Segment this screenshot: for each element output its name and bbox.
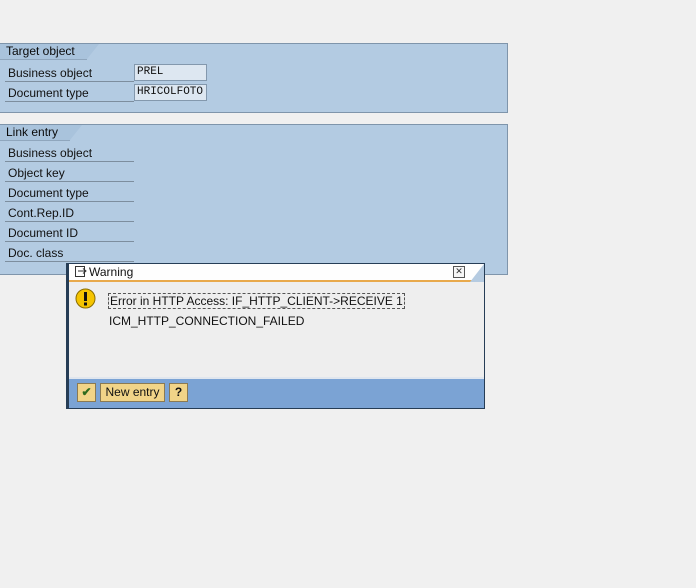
error-message-line2: ICM_HTTP_CONNECTION_FAILED bbox=[109, 314, 305, 328]
link-object-key-label: Object key bbox=[5, 164, 134, 182]
dialog-title-bar[interactable]: Warning ✕ bbox=[69, 264, 484, 282]
target-business-object-label: Business object bbox=[5, 64, 134, 82]
warning-dialog: Warning ✕ Error in HTTP Access: IF_HTTP_… bbox=[66, 263, 485, 409]
link-cont-rep-id-label: Cont.Rep.ID bbox=[5, 204, 134, 222]
title-corner-decoration bbox=[470, 264, 484, 282]
close-icon[interactable]: ✕ bbox=[453, 266, 465, 278]
link-document-type-label: Document type bbox=[5, 184, 134, 202]
link-business-object-label: Business object bbox=[5, 144, 134, 162]
link-entry-group: Link entry Business object Object key Do… bbox=[0, 124, 508, 275]
new-entry-button[interactable]: New entry bbox=[100, 383, 165, 402]
confirm-button[interactable]: ✔ bbox=[77, 383, 96, 402]
dialog-button-bar: ✔ New entry ? bbox=[69, 377, 484, 408]
target-document-type-label: Document type bbox=[5, 84, 134, 102]
target-document-type-field[interactable]: HRICOLFOTO bbox=[134, 84, 207, 101]
error-message-line1: Error in HTTP Access: IF_HTTP_CLIENT->RE… bbox=[108, 293, 405, 309]
link-entry-title: Link entry bbox=[0, 125, 83, 141]
target-business-object-field[interactable]: PREL bbox=[134, 64, 207, 81]
target-object-group: Target object Business object PREL Docum… bbox=[0, 43, 508, 113]
link-document-id-label: Document ID bbox=[5, 224, 134, 242]
help-button[interactable]: ? bbox=[169, 383, 188, 402]
dialog-title: Warning bbox=[89, 265, 134, 279]
dialog-window-icon bbox=[75, 266, 87, 277]
link-doc-class-label: Doc. class bbox=[5, 244, 134, 262]
warning-icon bbox=[75, 288, 96, 309]
target-object-title: Target object bbox=[0, 44, 99, 60]
help-icon: ? bbox=[174, 385, 183, 399]
checkmark-icon: ✔ bbox=[81, 385, 92, 399]
